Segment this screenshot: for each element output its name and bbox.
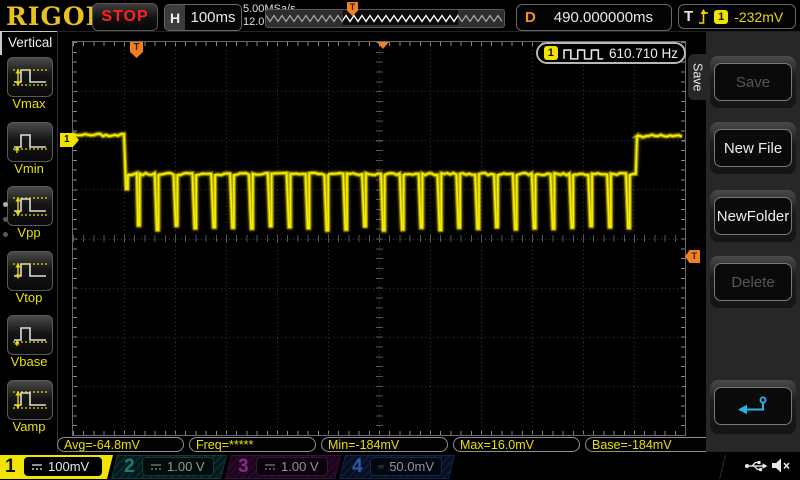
channel1-number: 1 [5, 456, 16, 478]
menu-outline-left [0, 31, 2, 55]
page-indicator-dot [3, 217, 8, 222]
rising-edge-icon [697, 8, 710, 26]
square-wave-icon [563, 46, 604, 61]
softkey-save[interactable]: Save [710, 56, 796, 108]
menu-item-vtop[interactable] [7, 251, 53, 291]
trigger-box: T 1 -232mV [678, 4, 796, 29]
freq-counter-channel-badge: 1 [544, 46, 558, 60]
rigol-logo: RIGOL [6, 2, 104, 31]
graticule [72, 41, 686, 436]
vbase-icon [11, 319, 49, 352]
run-state-indicator: STOP [92, 3, 158, 31]
channel4-number: 4 [352, 456, 363, 478]
topbar-separator [0, 31, 800, 32]
frequency-value: 610.710 Hz [609, 46, 678, 61]
trigger-label: T [684, 8, 693, 25]
menu-item-vamp[interactable] [7, 380, 53, 420]
delay-value: 490.000000ms [536, 9, 671, 26]
menu-item-vmax[interactable] [7, 57, 53, 97]
delay-label: D [525, 9, 536, 26]
softkey-delete-label: Delete [731, 274, 774, 291]
menu-item-vmin[interactable] [7, 122, 53, 162]
menu-item-vmin-label: Vmin [0, 161, 58, 176]
menu-item-vamp-label: Vamp [0, 419, 58, 434]
dc-coupling-icon [31, 463, 43, 471]
page-indicator-dot [3, 202, 8, 207]
left-menu-title: Vertical [8, 35, 52, 50]
dc-coupling-icon [378, 463, 384, 471]
vamp-icon [11, 384, 49, 417]
measurement-freq: Freq=***** [189, 437, 316, 452]
left-menu-border [57, 32, 58, 452]
vtop-icon [11, 255, 49, 288]
right-menu-tab-label: Save [691, 63, 705, 92]
channel4-scale-box: 50.0mV [370, 457, 442, 476]
softkey-back[interactable] [710, 380, 796, 434]
menu-item-vpp[interactable] [7, 186, 53, 226]
menu-item-vtop-label: Vtop [0, 290, 58, 305]
delay-box: D 490.000000ms [516, 4, 672, 31]
menu-outline-top [0, 31, 57, 32]
measurement-min: Min=-184mV [321, 437, 448, 452]
page-indicator-dot [3, 232, 8, 237]
softkey-new-folder-label: NewFolder [717, 208, 790, 225]
trigger-source-badge: 1 [714, 10, 728, 24]
ch1-waveform [73, 42, 685, 435]
usb-icon [744, 459, 768, 473]
channel1-scale: 100mV [48, 459, 89, 474]
vmin-icon [11, 126, 49, 159]
dc-coupling-icon [150, 463, 162, 471]
softkey-new-file[interactable]: New File [710, 122, 796, 174]
softkey-new-folder[interactable]: NewFolder [710, 190, 796, 242]
menu-item-vbase[interactable] [7, 315, 53, 355]
horizontal-label: H [165, 5, 185, 30]
memory-waveform-preview [266, 10, 502, 25]
timebase-value: 100ms [185, 9, 241, 26]
channel3-number: 3 [238, 456, 249, 478]
trigger-level-value: -232mV [734, 9, 783, 25]
softkey-delete[interactable]: Delete [710, 256, 796, 308]
trigger-position-marker[interactable] [377, 42, 389, 49]
dc-coupling-icon [264, 463, 276, 471]
frequency-counter: 1 610.710 Hz [536, 42, 686, 64]
right-menu-tab: Save [688, 54, 707, 100]
trigger-level-marker[interactable]: T [685, 250, 700, 263]
menu-item-vpp-label: Vpp [0, 225, 58, 240]
vpp-icon [11, 190, 49, 223]
timebase-box: H 100ms [164, 4, 242, 31]
softkey-save-label: Save [736, 74, 770, 91]
channel3-scale-box: 1.00 V [256, 457, 328, 476]
channel2-number: 2 [124, 456, 135, 478]
measurement-max: Max=16.0mV [453, 437, 580, 452]
channel1-scale-box: 100mV [24, 457, 102, 476]
channel4-scale: 50.0mV [389, 459, 434, 474]
menu-item-vbase-label: Vbase [0, 354, 58, 369]
measurement-base: Base=-184mV [585, 437, 712, 452]
speaker-muted-icon [770, 457, 792, 474]
channel2-scale: 1.00 V [167, 459, 205, 474]
softkey-new-file-label: New File [724, 140, 782, 157]
memory-position-strip[interactable] [265, 9, 505, 28]
return-arrow-icon [735, 395, 771, 417]
vmax-icon [11, 61, 49, 94]
channel2-scale-box: 1.00 V [142, 457, 214, 476]
channel3-scale: 1.00 V [281, 459, 319, 474]
measurement-avg: Avg=-64.8mV [57, 437, 184, 452]
menu-item-vmax-label: Vmax [0, 96, 58, 111]
